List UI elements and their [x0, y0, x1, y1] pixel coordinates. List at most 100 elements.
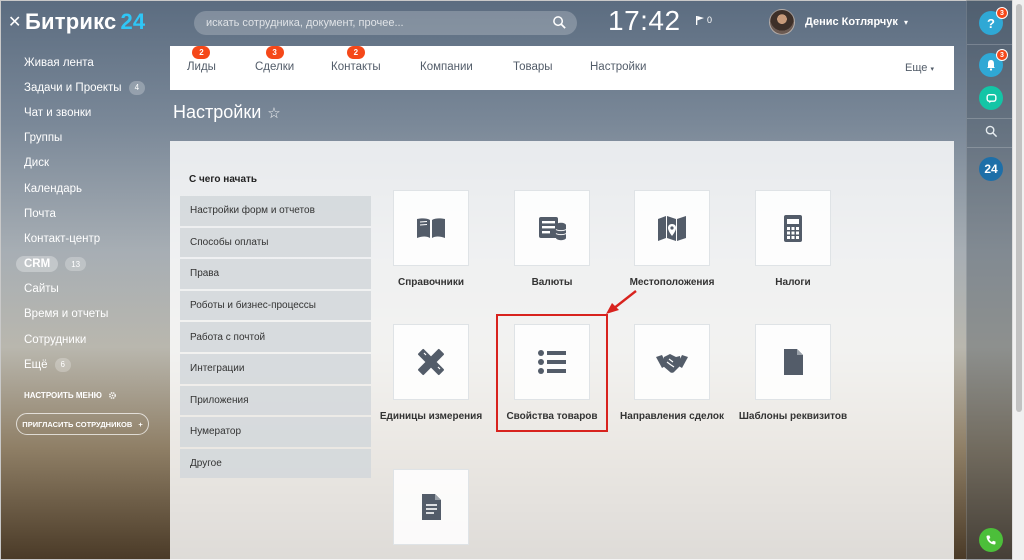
sidebar-item-label: Календарь	[24, 182, 83, 195]
sidebar-item-label: Задачи и Проекты	[24, 81, 122, 94]
search-bar[interactable]	[194, 11, 577, 35]
tile-label: Справочники	[398, 277, 464, 288]
phone-button[interactable]	[979, 528, 1003, 552]
help-badge: 3	[996, 7, 1008, 19]
divider	[967, 147, 1013, 148]
page-title: Настройки ☆	[173, 102, 281, 123]
sidebar-item-label: Время и отчеты	[24, 308, 109, 321]
notifications-button[interactable]: 3	[979, 49, 1008, 77]
tile-icon-box	[393, 190, 469, 266]
tabs-more-button[interactable]: Еще ▾	[905, 62, 934, 74]
logo[interactable]: Битрикс 24	[25, 9, 145, 35]
phone-icon	[986, 535, 996, 545]
tile-product-properties[interactable]: Свойства товаров	[492, 324, 612, 423]
sidebar-item-count: 4	[128, 80, 146, 95]
sidebar-item-label: Сотрудники	[24, 333, 87, 346]
sidebar-item-label: Почта	[24, 207, 56, 220]
close-icon[interactable]: ✕	[8, 12, 21, 32]
sidebar-item-mail[interactable]: Почта	[0, 201, 160, 226]
sidebar-item-time-reports[interactable]: Время и отчеты	[0, 302, 160, 327]
sidebar-item-live-feed[interactable]: Живая лента	[0, 50, 160, 75]
sidebar-item-tasks[interactable]: Задачи и Проекты 4	[0, 75, 160, 100]
sidebar-item-label: CRM	[16, 256, 59, 273]
menu-item-forms-reports[interactable]: Настройки форм и отчетов	[180, 196, 371, 226]
plus-icon: +	[138, 419, 143, 429]
tab-settings[interactable]: Настройки	[590, 61, 646, 73]
tab-companies[interactable]: Компании	[420, 61, 473, 73]
sidebar-item-count: 6	[54, 357, 71, 372]
tile-icon-box	[755, 324, 831, 400]
list-icon	[538, 350, 566, 374]
settings-panel: С чего начать Настройки форм и отчетов С…	[170, 141, 954, 560]
menu-item-payment-methods[interactable]: Способы оплаты	[180, 227, 371, 258]
clock[interactable]: 17:42	[608, 5, 681, 37]
menu-item-permissions[interactable]: Права	[180, 259, 371, 289]
flag-count: 0	[707, 15, 713, 25]
menu-item-mail[interactable]: Работа с почтой	[180, 322, 371, 352]
user-menu[interactable]: Денис Котлярчук ▾	[769, 9, 908, 35]
divider	[967, 44, 1013, 45]
chevron-down-icon: ▾	[930, 66, 934, 73]
page-title-text: Настройки	[173, 102, 262, 122]
sidebar-item-groups[interactable]: Группы	[0, 126, 160, 151]
tile-taxes[interactable]: Налоги	[733, 190, 853, 289]
sidebar-item-disk[interactable]: Диск	[0, 151, 160, 176]
gear-icon	[109, 392, 116, 399]
tab-badge: 2	[192, 46, 211, 59]
sidebar-item-crm[interactable]: CRM 13	[0, 252, 160, 277]
avatar	[769, 9, 795, 35]
tile-deal-directions[interactable]: Направления сделок	[612, 324, 732, 423]
menu-item-robots[interactable]: Роботы и бизнес-процессы	[180, 290, 371, 321]
sidebar-item-more[interactable]: Ещё 6	[0, 352, 160, 377]
sidebar-item-label: Диск	[24, 157, 49, 170]
tab-deals[interactable]: Сделки 3	[255, 46, 294, 73]
tile-requisite-templates[interactable]: Шаблоны реквизитов	[733, 324, 853, 423]
messenger-button[interactable]	[979, 86, 1003, 110]
menu-item-applications[interactable]: Приложения	[180, 385, 371, 416]
menu-item-integrations[interactable]: Интеграции	[180, 353, 371, 384]
help-button[interactable]: ? 3	[979, 7, 1008, 35]
tab-contacts[interactable]: Контакты 2	[331, 46, 381, 73]
scrollbar-thumb[interactable]	[1016, 4, 1022, 412]
search-input[interactable]	[206, 17, 546, 29]
sidebar-item-sites[interactable]: Сайты	[0, 277, 160, 302]
tab-badge: 3	[265, 46, 284, 59]
tile-label: Шаблоны реквизитов	[738, 411, 848, 422]
bitrix24-button[interactable]: 24	[979, 157, 1003, 181]
invite-employees-button[interactable]: ПРИГЛАСИТЬ СОТРУДНИКОВ +	[16, 413, 149, 436]
logo-number: 24	[120, 9, 146, 34]
sidebar-item-contact-center[interactable]: Контакт-центр	[0, 226, 160, 251]
sidebar-item-calendar[interactable]: Календарь	[0, 176, 160, 201]
search-icon[interactable]	[985, 125, 998, 138]
menu-item-numerator[interactable]: Нумератор	[180, 417, 371, 447]
tab-leads[interactable]: Лиды 2	[187, 46, 216, 73]
tab-label: Компании	[420, 61, 473, 73]
tile-units[interactable]: Единицы измерения	[371, 324, 491, 423]
menu-item-other[interactable]: Другое	[180, 448, 371, 479]
tile-locations[interactable]: Местоположения	[612, 190, 732, 289]
tile-label: Свойства товаров	[506, 411, 598, 422]
star-icon[interactable]: ☆	[267, 104, 280, 122]
tile-currencies[interactable]: Валюты	[492, 190, 612, 289]
right-toolbar: ? 3 3 24	[966, 0, 1013, 560]
sidebar-item-chat[interactable]: Чат и звонки	[0, 100, 160, 125]
sidebar-item-employees[interactable]: Сотрудники	[0, 327, 160, 352]
tabs-more-label: Еще	[905, 62, 928, 74]
bell-icon	[987, 60, 995, 71]
tab-products[interactable]: Товары	[513, 61, 553, 73]
tile-label: Направления сделок	[620, 411, 724, 422]
scrollbar[interactable]	[1012, 0, 1024, 560]
map-pin-icon	[658, 216, 686, 241]
logo-text: Битрикс	[25, 9, 117, 34]
tile-label: Местоположения	[629, 277, 715, 288]
arrow-icon	[606, 290, 637, 314]
setup-menu-button[interactable]: НАСТРОИТЬ МЕНЮ	[0, 385, 160, 405]
flag-indicator[interactable]: 0	[696, 15, 712, 25]
tile-directories[interactable]: Справочники	[371, 190, 491, 289]
search-icon[interactable]	[552, 15, 567, 30]
handshake-icon	[656, 354, 688, 373]
start-heading: С чего начать	[189, 174, 258, 185]
tile-label: Налоги	[775, 277, 811, 288]
tile-document[interactable]	[371, 469, 491, 556]
tab-badge: 2	[346, 46, 365, 59]
